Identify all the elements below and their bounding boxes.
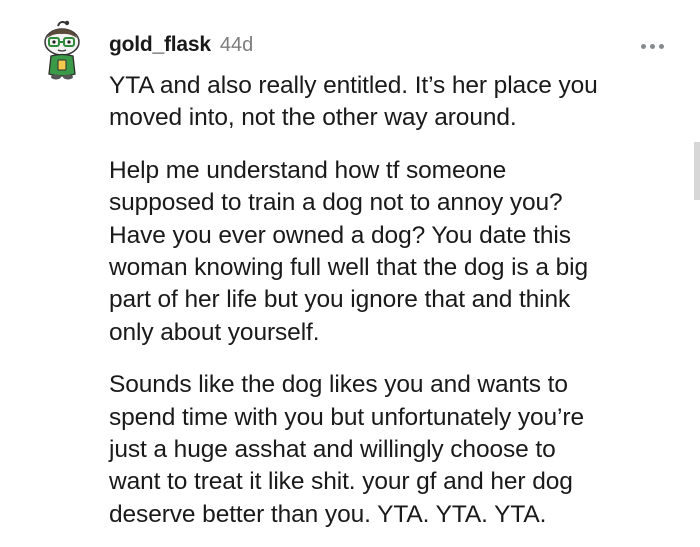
comment-header: gold_flask 44d [109,33,253,61]
comment-body: YTA and also really entitled. It’s her p… [109,70,669,547]
comment-paragraph: Help me understand how tf someone suppos… [109,156,588,346]
snoo-avatar-icon [44,20,80,80]
scrollbar-thumb[interactable] [694,142,700,200]
more-horizontal-icon [641,44,646,49]
comment-paragraph: Sounds like the dog likes you and wants … [109,371,584,528]
comment-age: 44d [219,34,254,56]
username-link[interactable]: gold_flask [109,33,211,57]
more-options-button[interactable] [641,44,664,49]
more-horizontal-icon [659,44,664,49]
comment-paragraph: YTA and also really entitled. It’s her p… [109,72,598,132]
more-horizontal-icon [650,44,655,49]
comment: gold_flask 44d YTA and also really entit… [0,0,700,547]
user-avatar[interactable] [38,20,86,80]
